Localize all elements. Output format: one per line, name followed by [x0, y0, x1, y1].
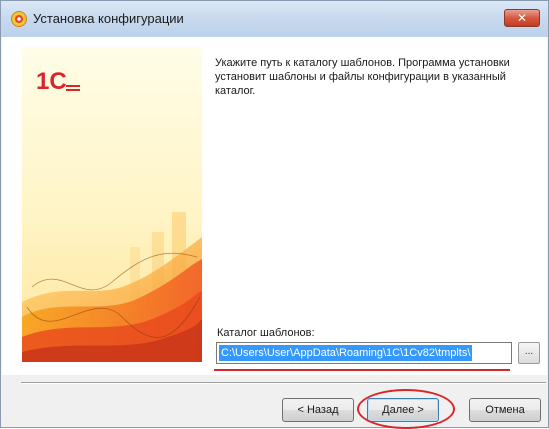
title-bar[interactable]: Установка конфигурации ✕	[1, 1, 548, 37]
side-banner-image: 1С	[22, 47, 202, 362]
close-button[interactable]: ✕	[504, 9, 540, 27]
back-button[interactable]: < Назад	[282, 398, 354, 422]
template-path-value: C:\Users\User\AppData\Roaming\1C\1Cv82\t…	[219, 345, 473, 361]
cancel-button[interactable]: Отмена	[469, 398, 541, 422]
next-button[interactable]: Далее >	[367, 398, 439, 422]
installer-window: Установка конфигурации ✕ 1С Укажите путь…	[0, 0, 549, 429]
template-path-field[interactable]: C:\Users\User\AppData\Roaming\1C\1Cv82\t…	[216, 342, 512, 364]
close-icon: ✕	[516, 11, 528, 25]
banner-graphic	[22, 47, 202, 362]
template-path-label: Каталог шаблонов:	[217, 327, 315, 339]
button-area-divider	[21, 382, 546, 384]
instruction-text: Укажите путь к каталогу шаблонов. Програ…	[215, 57, 510, 97]
wizard-content: 1С Укажите путь к каталогу шаблонов. Про…	[2, 37, 547, 375]
browse-button[interactable]: ...	[518, 342, 540, 364]
annotation-underline	[214, 369, 510, 371]
brand-logo-text: 1С	[36, 68, 67, 93]
window-title: Установка конфигурации	[33, 11, 184, 26]
brand-logo: 1С	[36, 68, 80, 93]
app-logo-icon	[11, 11, 27, 27]
